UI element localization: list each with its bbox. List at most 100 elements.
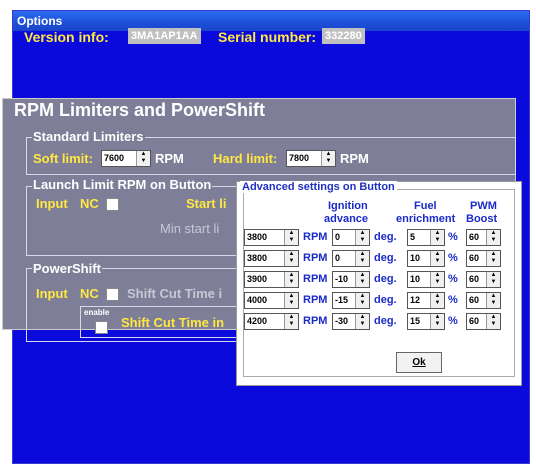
min-start-limit-label: Min start li bbox=[160, 221, 220, 236]
spin-arrows-icon[interactable]: ▲ ▼ bbox=[355, 230, 369, 245]
row-1-fuel-value: 5 bbox=[410, 232, 416, 242]
row-2-rpm-unit: RPM bbox=[303, 252, 328, 264]
row-4-rpm-unit: RPM bbox=[303, 294, 328, 306]
row-1-pct-unit: % bbox=[448, 231, 458, 243]
row-4-rpm-value: 4000 bbox=[247, 295, 268, 305]
row-4-deg-unit: deg. bbox=[374, 294, 397, 306]
ignition-header-2: advance bbox=[324, 213, 369, 225]
row-4-fuel-value: 12 bbox=[410, 295, 421, 305]
row-2-pwm-spinner[interactable]: 60 ▲ ▼ bbox=[466, 250, 501, 267]
standard-limiters-title: Standard Limiters bbox=[32, 129, 145, 144]
row-2-rpm-value: 3800 bbox=[247, 253, 268, 263]
soft-limit-label: Soft limit: bbox=[33, 151, 93, 166]
row-1-pwm-value: 60 bbox=[469, 232, 480, 242]
row-4-ignition-spinner[interactable]: -15 ▲ ▼ bbox=[332, 292, 370, 309]
launch-nc-checkbox[interactable] bbox=[106, 198, 119, 211]
shift-cut-time-label-1: Shift Cut Time i bbox=[127, 286, 223, 301]
soft-limit-value: 7600 bbox=[104, 153, 125, 163]
spin-arrows-icon[interactable]: ▲ ▼ bbox=[430, 293, 444, 308]
row-4-pwm-value: 60 bbox=[469, 295, 480, 305]
spin-arrows-icon[interactable]: ▲ ▼ bbox=[284, 230, 298, 245]
row-2-ignition-value: 0 bbox=[335, 253, 341, 263]
hard-limit-label: Hard limit: bbox=[213, 151, 278, 166]
spin-arrows-icon[interactable]: ▲ ▼ bbox=[321, 151, 335, 166]
row-3-fuel-spinner[interactable]: 10 ▲ ▼ bbox=[407, 271, 445, 288]
spin-arrows-icon[interactable]: ▲ ▼ bbox=[486, 314, 500, 329]
spin-arrows-icon[interactable]: ▲ ▼ bbox=[284, 251, 298, 266]
row-3-rpm-value: 3900 bbox=[247, 274, 268, 284]
spin-arrows-icon[interactable]: ▲ ▼ bbox=[430, 314, 444, 329]
row-2-deg-unit: deg. bbox=[374, 252, 397, 264]
launch-input-label: Input bbox=[36, 196, 68, 211]
spin-arrows-icon[interactable]: ▲ ▼ bbox=[355, 293, 369, 308]
row-4-fuel-spinner[interactable]: 12 ▲ ▼ bbox=[407, 292, 445, 309]
powershift-nc-checkbox[interactable] bbox=[106, 288, 119, 301]
spin-arrows-icon[interactable]: ▲ ▼ bbox=[486, 251, 500, 266]
row-1-rpm-value: 3800 bbox=[247, 232, 268, 242]
spin-arrows-icon[interactable]: ▲ ▼ bbox=[355, 272, 369, 287]
spin-arrows-icon[interactable]: ▲ ▼ bbox=[136, 151, 150, 166]
spin-arrows-icon[interactable]: ▲ ▼ bbox=[284, 314, 298, 329]
spin-arrows-icon[interactable]: ▲ ▼ bbox=[284, 272, 298, 287]
spin-arrows-icon[interactable]: ▲ ▼ bbox=[486, 230, 500, 245]
spin-arrows-icon[interactable]: ▲ ▼ bbox=[355, 251, 369, 266]
version-value: 3MA1AP1AA bbox=[128, 28, 201, 44]
row-2-ignition-spinner[interactable]: 0 ▲ ▼ bbox=[332, 250, 370, 267]
row-4-rpm-spinner[interactable]: 4000 ▲ ▼ bbox=[244, 292, 299, 309]
row-5-rpm-unit: RPM bbox=[303, 315, 328, 327]
soft-limit-unit: RPM bbox=[155, 151, 184, 166]
advanced-settings-title: Advanced settings on Button bbox=[240, 181, 397, 193]
row-1-rpm-unit: RPM bbox=[303, 231, 328, 243]
window-title: Options bbox=[13, 11, 529, 31]
row-5-fuel-spinner[interactable]: 15 ▲ ▼ bbox=[407, 313, 445, 330]
row-1-ignition-spinner[interactable]: 0 ▲ ▼ bbox=[332, 229, 370, 246]
enable-label: enable bbox=[84, 308, 110, 317]
spin-arrows-icon[interactable]: ▲ ▼ bbox=[430, 272, 444, 287]
row-5-pwm-spinner[interactable]: 60 ▲ ▼ bbox=[466, 313, 501, 330]
row-3-rpm-spinner[interactable]: 3900 ▲ ▼ bbox=[244, 271, 299, 288]
serial-value: 332280 bbox=[322, 28, 365, 44]
row-2-rpm-spinner[interactable]: 3800 ▲ ▼ bbox=[244, 250, 299, 267]
pwm-header-2: Boost bbox=[466, 213, 498, 225]
row-4-pwm-spinner[interactable]: 60 ▲ ▼ bbox=[466, 292, 501, 309]
row-3-ignition-spinner[interactable]: -10 ▲ ▼ bbox=[332, 271, 370, 288]
row-3-pwm-value: 60 bbox=[469, 274, 480, 284]
row-5-pct-unit: % bbox=[448, 315, 458, 327]
fuel-header-1: Fuel bbox=[414, 200, 437, 212]
hard-limit-value: 7800 bbox=[289, 153, 310, 163]
row-4-pct-unit: % bbox=[448, 294, 458, 306]
serial-label: Serial number: bbox=[218, 29, 317, 45]
row-5-pwm-value: 60 bbox=[469, 316, 480, 326]
row-4-ignition-value: -15 bbox=[335, 295, 349, 305]
enable-checkbox[interactable] bbox=[95, 321, 108, 334]
panel-title: RPM Limiters and PowerShift bbox=[14, 100, 266, 120]
spin-arrows-icon[interactable]: ▲ ▼ bbox=[430, 230, 444, 245]
row-5-ignition-spinner[interactable]: -30 ▲ ▼ bbox=[332, 313, 370, 330]
row-2-fuel-value: 10 bbox=[410, 253, 421, 263]
powershift-nc-label: NC bbox=[80, 286, 99, 301]
spin-arrows-icon[interactable]: ▲ ▼ bbox=[486, 293, 500, 308]
powershift-title: PowerShift bbox=[32, 261, 102, 276]
hard-limit-unit: RPM bbox=[340, 151, 369, 166]
version-label: Version info: bbox=[24, 29, 109, 45]
launch-limit-title: Launch Limit RPM on Button bbox=[32, 177, 213, 192]
row-2-fuel-spinner[interactable]: 10 ▲ ▼ bbox=[407, 250, 445, 267]
row-5-ignition-value: -30 bbox=[335, 316, 349, 326]
launch-nc-label: NC bbox=[80, 196, 99, 211]
row-5-rpm-spinner[interactable]: 4200 ▲ ▼ bbox=[244, 313, 299, 330]
spin-arrows-icon[interactable]: ▲ ▼ bbox=[284, 293, 298, 308]
row-3-deg-unit: deg. bbox=[374, 273, 397, 285]
ok-button[interactable]: Ok bbox=[396, 352, 442, 373]
spin-arrows-icon[interactable]: ▲ ▼ bbox=[486, 272, 500, 287]
row-1-rpm-spinner[interactable]: 3800 ▲ ▼ bbox=[244, 229, 299, 246]
row-3-pwm-spinner[interactable]: 60 ▲ ▼ bbox=[466, 271, 501, 288]
row-1-ignition-value: 0 bbox=[335, 232, 341, 242]
spin-arrows-icon[interactable]: ▲ ▼ bbox=[355, 314, 369, 329]
spin-arrows-icon[interactable]: ▲ ▼ bbox=[430, 251, 444, 266]
row-1-fuel-spinner[interactable]: 5 ▲ ▼ bbox=[407, 229, 445, 246]
row-1-pwm-spinner[interactable]: 60 ▲ ▼ bbox=[466, 229, 501, 246]
row-5-fuel-value: 15 bbox=[410, 316, 421, 326]
soft-limit-spinner[interactable]: 7600 ▲ ▼ bbox=[101, 150, 151, 167]
hard-limit-spinner[interactable]: 7800 ▲ ▼ bbox=[286, 150, 336, 167]
row-3-ignition-value: -10 bbox=[335, 274, 349, 284]
